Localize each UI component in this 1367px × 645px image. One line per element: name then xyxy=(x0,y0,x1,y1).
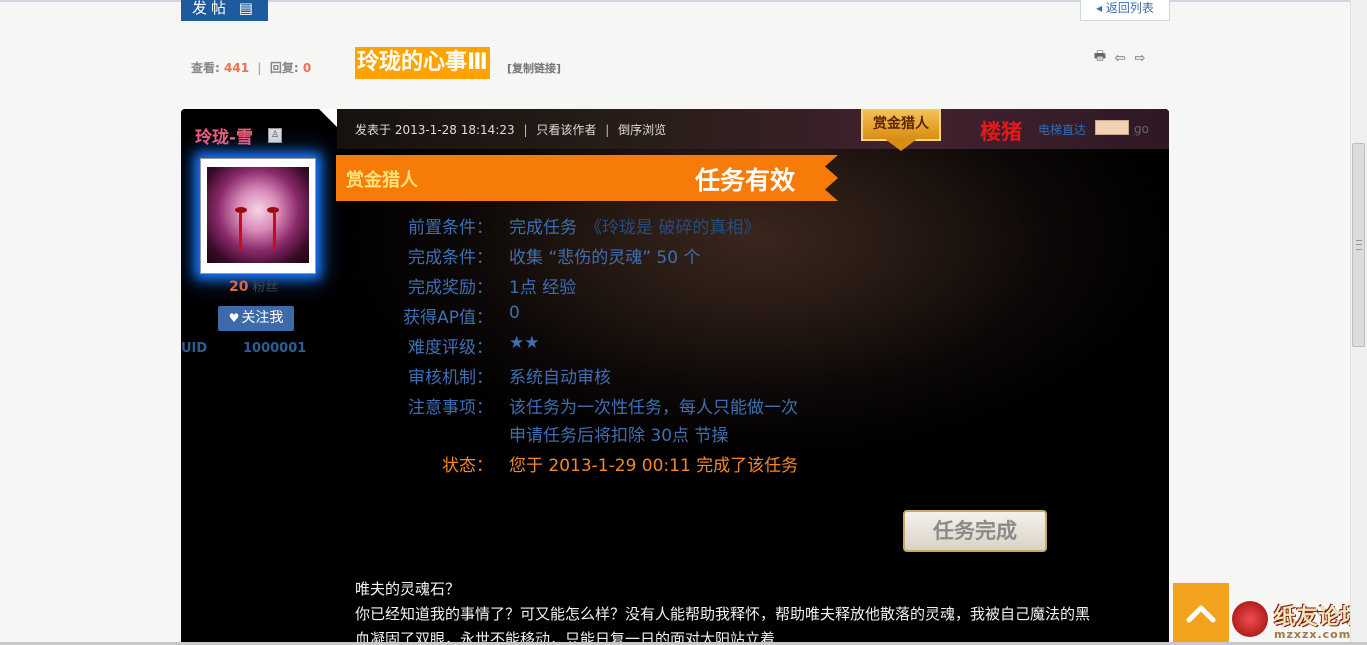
copy-link[interactable]: [复制链接] xyxy=(507,60,561,76)
next-arrow-icon[interactable]: ⇨ xyxy=(1132,50,1148,66)
watermark-url: mzxzx.com xyxy=(1274,628,1352,641)
document-icon: ▤ xyxy=(238,0,257,17)
back-to-top-button[interactable] xyxy=(1173,583,1229,645)
user-badge-icon: ♙ xyxy=(268,128,282,143)
quest-row-label: 审核机制： xyxy=(408,368,493,388)
triangle-left-icon: ◂ xyxy=(1096,1,1103,15)
quest-row-label: 完成条件： xyxy=(408,248,493,268)
thread-tools: 🖶 ⇦ ⇨ xyxy=(1092,49,1148,66)
quest-row-label: 注意事项： xyxy=(408,398,493,418)
quest-row-label: 获得AP值： xyxy=(403,308,493,328)
floor-label: 楼猪 xyxy=(980,120,1022,144)
prerequisite-task-link[interactable]: 《玲珑是 破碎的真相》 xyxy=(585,218,760,238)
avatar-tear xyxy=(239,213,242,251)
print-icon[interactable]: 🖶 xyxy=(1092,49,1108,66)
quest-row-value-text: 收集 “悲伤的灵魂” 50 个 xyxy=(509,248,701,268)
author-column: 玲珑-雪 ♙ 20 粉丝 ♥ 关注我 UID 1000001 xyxy=(181,109,337,645)
uid-value[interactable]: 1000001 xyxy=(243,341,306,356)
views-label: 查看: xyxy=(191,61,220,75)
quest-row-label: 前置条件： xyxy=(408,218,493,238)
meta-separator: | xyxy=(605,123,610,137)
badge-point xyxy=(885,139,917,151)
quest-type: 赏金猎人 xyxy=(346,170,418,191)
quest-row-value-text: 该任务为一次性任务，每人只能做一次 xyxy=(509,398,798,418)
quest-row-value: 完成任务 《玲珑是 破碎的真相》 xyxy=(509,213,760,238)
floor-input[interactable] xyxy=(1095,120,1129,135)
post-panel: 玲珑-雪 ♙ 20 粉丝 ♥ 关注我 UID 1000001 发表于 2013-1… xyxy=(181,109,1169,645)
scrollbar-thumb[interactable] xyxy=(1352,143,1365,347)
quest-row-value: 您于 2013-1-29 00:11 完成了该任务 xyxy=(509,451,798,476)
replies-label: 回复: xyxy=(269,61,299,75)
quest-row-value-text: 1点 经验 xyxy=(509,278,577,298)
uid-label: UID xyxy=(181,341,208,356)
avatar-frame[interactable] xyxy=(200,158,316,274)
posted-at: 发表于 2013-1-28 18:14:23 xyxy=(355,123,515,137)
thread-stats: 查看: 441 | 回复: 0 xyxy=(191,59,311,76)
follow-label: 关注我 xyxy=(241,310,284,326)
fans-label: 粉丝 xyxy=(252,280,279,295)
thread-title: 玲珑的心事Ⅲ xyxy=(355,47,490,79)
author-name[interactable]: 玲珑-雪 xyxy=(195,123,253,148)
scrollbar-grip-icon xyxy=(1356,240,1362,250)
quest-row-value: 该任务为一次性任务，每人只能做一次 xyxy=(509,393,798,418)
chevron-up-icon xyxy=(1186,605,1216,623)
badge-label: 赏金猎人 xyxy=(873,116,929,132)
quest-banner: 赏金猎人 任务有效 xyxy=(336,155,812,201)
quest-row-value: 申请任务后将扣除 30点 节操 xyxy=(509,421,728,446)
quest-banner-tail xyxy=(812,155,838,201)
quest-row-value: 0 xyxy=(509,303,520,323)
new-post-label: 发帖 xyxy=(192,0,231,17)
replies-count: 0 xyxy=(302,61,312,75)
views-count: 441 xyxy=(224,61,250,75)
new-post-button[interactable]: 发帖 ▤ xyxy=(181,0,268,21)
quest-row-value: 系统自动审核 xyxy=(509,363,611,388)
quest-row-value-text: 申请任务后将扣除 30点 节操 xyxy=(509,426,729,446)
meta-separator: | xyxy=(523,123,528,137)
post-line: 唯夫的灵魂石？ xyxy=(355,580,461,598)
quest-row-label: 状态： xyxy=(442,456,493,476)
quest-row-value-text: ★★ xyxy=(509,333,540,353)
task-complete-button[interactable]: 任务完成 xyxy=(903,510,1047,552)
go-button[interactable]: go xyxy=(1134,122,1149,136)
bounty-hunter-badge: 赏金猎人 xyxy=(861,109,941,155)
elevator-label: 电梯直达 xyxy=(1038,123,1087,137)
post-meta: 发表于 2013-1-28 18:14:23 | 只看该作者 | 倒序浏览 xyxy=(355,121,666,138)
quest-validity: 任务有效 xyxy=(695,166,796,195)
corner-decoration xyxy=(319,109,337,127)
prev-arrow-icon[interactable]: ⇦ xyxy=(1112,50,1128,66)
avatar xyxy=(207,167,309,263)
heart-icon: ♥ xyxy=(228,311,240,325)
quest-row-label: 难度评级： xyxy=(408,338,493,358)
quest-row-value-text: 系统自动审核 xyxy=(509,368,611,388)
watermark-logo-icon xyxy=(1232,601,1268,637)
quest-row-value: ★★ xyxy=(509,333,539,353)
site-watermark: 纸友论坛 mzxzx.com xyxy=(1232,598,1367,645)
stats-separator: | xyxy=(257,61,262,75)
quest-row-value-text: 您于 2013-1-29 00:11 完成了该任务 xyxy=(509,456,799,476)
follow-button[interactable]: ♥ 关注我 xyxy=(218,306,294,331)
reverse-order-link[interactable]: 倒序浏览 xyxy=(618,123,666,137)
quest-row-value-text: 0 xyxy=(509,303,520,323)
post-body: 唯夫的灵魂石？ 你已经知道我的事情了？可又能怎么样？没有人能帮助我释怀，帮助唯夫… xyxy=(355,577,1090,645)
quest-row-value: 收集 “悲伤的灵魂” 50 个 xyxy=(509,243,700,268)
quest-row-label: 完成奖励： xyxy=(408,278,493,298)
post-line: 你已经知道我的事情了？可又能怎么样？没有人能帮助我释怀，帮助唯夫释放他散落的灵魂… xyxy=(355,605,1091,623)
quest-row-value-text: 完成任务 xyxy=(509,218,577,238)
back-to-list-button[interactable]: ◂ 返回列表 xyxy=(1080,0,1170,21)
fans-counter: 20 粉丝 xyxy=(229,276,278,295)
watermark-text: 纸友论坛 xyxy=(1274,605,1363,630)
back-to-list-label: 返回列表 xyxy=(1105,1,1154,15)
page-scrollbar[interactable] xyxy=(1350,0,1367,645)
author-only-link[interactable]: 只看该作者 xyxy=(536,123,596,137)
quest-row-value: 1点 经验 xyxy=(509,273,576,298)
fans-count: 20 xyxy=(229,279,249,295)
avatar-tear xyxy=(273,213,276,251)
